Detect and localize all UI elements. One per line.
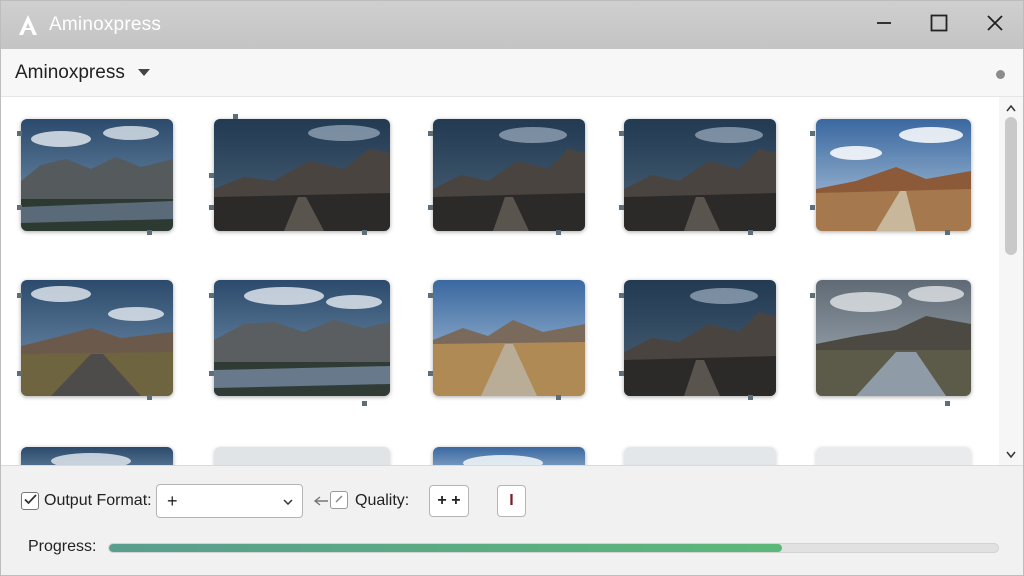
edit-quality-button[interactable]	[330, 491, 348, 509]
resize-handle[interactable]	[233, 114, 238, 119]
toolbar: Aminoxpress	[1, 49, 1023, 97]
image-thumbnail[interactable]	[816, 119, 971, 231]
image-thumbnail[interactable]	[433, 119, 585, 231]
status-indicator	[996, 70, 1005, 79]
output-format-label: Output Format:	[44, 492, 152, 509]
arrow-left-icon[interactable]	[313, 494, 329, 508]
resize-handle[interactable]	[810, 293, 815, 298]
image-thumbnail[interactable]	[816, 447, 971, 465]
progress-fill	[109, 544, 782, 552]
output-format-value: +	[167, 490, 178, 511]
scroll-up-icon[interactable]	[1005, 103, 1017, 113]
output-format-select[interactable]: +	[156, 484, 303, 518]
title-bar: Aminoxpress	[1, 1, 1023, 49]
resize-handle[interactable]	[748, 395, 753, 400]
extra-option-value: I	[509, 492, 514, 509]
image-thumbnail[interactable]	[21, 447, 173, 465]
resize-handle[interactable]	[748, 230, 753, 235]
image-thumbnail[interactable]	[624, 280, 776, 396]
resize-handle[interactable]	[619, 293, 624, 298]
image-thumbnail[interactable]	[214, 280, 390, 396]
output-format-checkbox[interactable]	[21, 492, 39, 510]
quality-button[interactable]: + +	[429, 485, 469, 517]
resize-handle[interactable]	[209, 293, 214, 298]
app-window: Aminoxpress Aminoxpress Output Format: +…	[0, 0, 1024, 576]
resize-handle[interactable]	[810, 131, 815, 136]
quality-value: + +	[437, 492, 461, 509]
checkbox-check-icon	[23, 492, 37, 510]
resize-handle[interactable]	[17, 371, 22, 376]
image-thumbnail[interactable]	[214, 447, 390, 465]
minimize-button[interactable]	[867, 9, 901, 41]
chevron-down-icon[interactable]	[137, 68, 151, 78]
image-thumbnail[interactable]	[433, 280, 585, 396]
resize-handle[interactable]	[17, 205, 22, 210]
chevron-down-icon	[282, 497, 294, 507]
resize-handle[interactable]	[810, 205, 815, 210]
resize-handle[interactable]	[556, 395, 561, 400]
resize-handle[interactable]	[619, 371, 624, 376]
resize-handle[interactable]	[428, 205, 433, 210]
image-thumbnail[interactable]	[624, 447, 776, 465]
close-button[interactable]	[978, 9, 1012, 41]
image-gallery	[1, 97, 999, 465]
resize-handle[interactable]	[147, 230, 152, 235]
extra-option-button[interactable]: I	[497, 485, 526, 517]
resize-handle[interactable]	[209, 205, 214, 210]
progress-label: Progress:	[28, 538, 97, 555]
maximize-button[interactable]	[922, 9, 956, 41]
pencil-icon	[334, 491, 344, 509]
resize-handle[interactable]	[209, 173, 214, 178]
progress-bar	[108, 543, 999, 553]
close-icon	[987, 14, 1003, 36]
image-thumbnail[interactable]	[624, 119, 776, 231]
maximize-icon	[930, 14, 948, 37]
project-title: Aminoxpress	[15, 61, 125, 83]
image-thumbnail[interactable]	[433, 447, 585, 465]
window-title: Aminoxpress	[49, 14, 162, 35]
resize-handle[interactable]	[428, 293, 433, 298]
image-thumbnail[interactable]	[21, 280, 173, 396]
quality-label: Quality:	[355, 492, 410, 509]
resize-handle[interactable]	[945, 230, 950, 235]
image-thumbnail[interactable]	[21, 119, 173, 231]
app-logo-icon	[15, 12, 41, 38]
resize-handle[interactable]	[362, 401, 367, 406]
export-panel: Output Format: + Quality: + + I Progress…	[1, 465, 1023, 575]
resize-handle[interactable]	[147, 395, 152, 400]
resize-handle[interactable]	[17, 293, 22, 298]
resize-handle[interactable]	[428, 371, 433, 376]
scroll-down-icon[interactable]	[1005, 449, 1017, 459]
image-thumbnail[interactable]	[816, 280, 971, 396]
resize-handle[interactable]	[209, 371, 214, 376]
resize-handle[interactable]	[556, 230, 561, 235]
scroll-thumb[interactable]	[1005, 117, 1017, 255]
image-thumbnail[interactable]	[214, 119, 390, 231]
minimize-icon	[876, 15, 892, 36]
resize-handle[interactable]	[17, 131, 22, 136]
resize-handle[interactable]	[619, 205, 624, 210]
vertical-scrollbar[interactable]	[999, 97, 1023, 465]
resize-handle[interactable]	[362, 230, 367, 235]
resize-handle[interactable]	[428, 131, 433, 136]
resize-handle[interactable]	[619, 131, 624, 136]
resize-handle[interactable]	[945, 401, 950, 406]
